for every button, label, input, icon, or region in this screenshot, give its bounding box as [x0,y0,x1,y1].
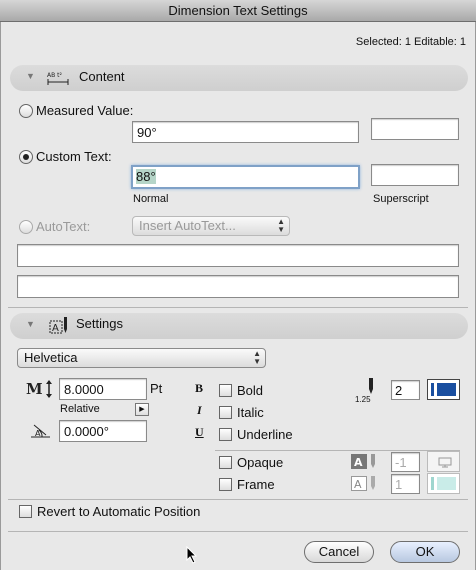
autotext-label: AutoText: [36,219,91,234]
frame-label: Frame [237,477,275,492]
text-angle-icon: A [28,420,54,442]
font-popup[interactable]: Helvetica ▲ ▼ [17,348,266,368]
pen-weight-caption: 1.25 [355,395,371,404]
bold-label: Bold [237,383,264,398]
svg-text:A: A [354,478,362,491]
opaque-pen-field[interactable]: -1 [391,452,420,472]
svg-text:A: A [52,323,59,334]
custom-text-radio[interactable] [19,150,33,164]
content-section-header[interactable]: ▼ AB t² Content [10,65,468,91]
text-size-icon: M [26,378,54,400]
size-mode-menu-button[interactable]: ▶ [135,403,149,416]
custom-text-field[interactable]: 88° [131,165,360,189]
pen-icon [363,377,379,395]
pen-color-swatch[interactable] [427,379,460,400]
ok-button[interactable]: OK [390,541,460,563]
frame-checkbox[interactable] [219,478,232,491]
normal-caption: Normal [133,193,169,205]
opaque-checkbox[interactable] [219,456,232,469]
italic-icon: I [197,403,202,417]
frame-color-bar [431,477,434,490]
size-unit-label: Pt [150,381,163,396]
opaque-color-swatch[interactable] [427,451,460,472]
window-title: Dimension Text Settings [0,0,476,22]
pen-number-field[interactable]: 2 [391,380,420,400]
font-name: Helvetica [24,350,78,365]
measured-value-label: Measured Value: [36,103,134,118]
custom-text-value: 88° [136,169,156,184]
italic-checkbox[interactable] [219,406,232,419]
dimension-text-icon: AB t² [46,69,70,87]
svg-text:A: A [354,456,363,469]
custom-text-label: Custom Text: [36,149,112,164]
cancel-button[interactable]: Cancel [304,541,374,563]
text-settings-icon: A [48,315,70,335]
divider [8,307,468,308]
underline-checkbox[interactable] [219,428,232,441]
size-mode-label: Relative [60,403,100,415]
frame-pen-icon: A [350,475,380,493]
mouse-cursor-icon [186,545,198,564]
disclosure-triangle-icon[interactable]: ▼ [26,71,35,81]
bold-icon: B [195,381,204,395]
divider [8,531,468,532]
popup-arrows-icon: ▲ ▼ [277,217,285,234]
selection-info: Selected: 1 Editable: 1 [355,36,466,48]
text-size-field[interactable]: 8.0000 [59,378,147,400]
text-line-1-field[interactable] [17,244,459,267]
settings-section-header[interactable]: ▼ A Settings [10,313,468,339]
text-line-2-field[interactable] [17,275,459,298]
disclosure-triangle-icon[interactable]: ▼ [26,319,35,329]
underline-label: Underline [237,427,293,442]
opaque-label: Opaque [237,455,284,470]
frame-color-swatch[interactable] [427,473,460,494]
popup-arrows-icon: ▲ ▼ [253,349,261,366]
text-angle-field[interactable]: 0.0000° [59,420,147,442]
insert-autotext-label: Insert AutoText... [139,218,236,233]
autotext-radio[interactable] [19,220,33,234]
underline-icon: U [195,425,204,439]
svg-text:M: M [26,380,43,398]
frame-pen-field[interactable]: 1 [391,474,420,494]
divider [8,499,468,500]
content-section-title: Content [79,69,125,84]
divider [215,450,460,451]
custom-text-superscript-field[interactable] [371,164,459,186]
measured-value-radio[interactable] [19,104,33,118]
measured-value-superscript-field[interactable] [371,118,459,140]
svg-text:AB t²: AB t² [47,72,62,79]
pen-color-fill [437,383,456,396]
italic-label: Italic [237,405,264,420]
frame-color-fill [437,477,456,490]
monitor-icon [438,456,452,468]
settings-section-title: Settings [76,316,123,331]
revert-checkbox[interactable] [19,505,32,518]
background-fill-icon: A [350,453,380,471]
pen-color-bar [431,383,434,396]
measured-value-field[interactable]: 90° [132,121,359,143]
bold-checkbox[interactable] [219,384,232,397]
insert-autotext-popup[interactable]: Insert AutoText... ▲ ▼ [132,216,290,236]
superscript-caption: Superscript [373,193,429,205]
revert-label: Revert to Automatic Position [37,504,201,519]
